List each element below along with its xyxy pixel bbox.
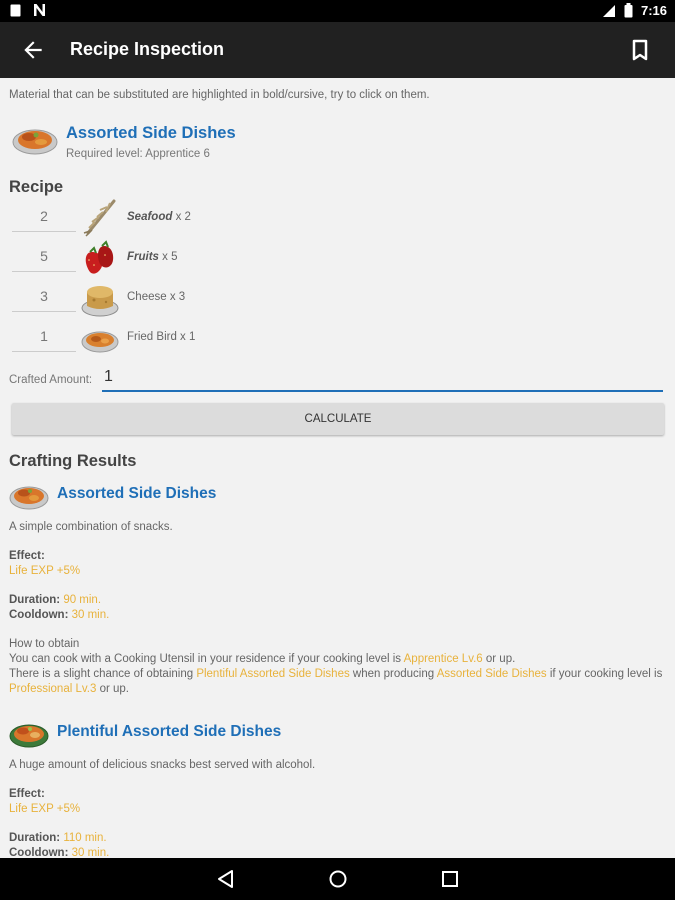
signal-icon [602, 4, 615, 17]
crafted-amount-input[interactable]: 1 [102, 366, 663, 392]
recipe-header: Assorted Side Dishes Required level: App… [12, 122, 236, 161]
ingredient-label: Cheese x 3 [127, 291, 186, 303]
quantity-field[interactable]: 1 [12, 322, 76, 352]
fried-bird-icon [81, 331, 119, 353]
how-to-obtain: How to obtain You can cook with a Cookin… [9, 637, 669, 697]
ingredient-row: 5 Fruits x 5 [12, 240, 412, 276]
result-name[interactable]: Assorted Side Dishes [57, 485, 216, 503]
assorted-side-dishes-icon [9, 486, 49, 510]
how-to-obtain-line: There is a slight chance of obtaining Pl… [9, 668, 663, 695]
result-description: A simple combination of snacks. [9, 521, 173, 533]
page-title: Recipe Inspection [70, 39, 225, 59]
assorted-side-dishes-icon [12, 129, 58, 155]
result-description: A huge amount of delicious snacks best s… [9, 759, 316, 771]
plentiful-assorted-side-dishes-icon [9, 724, 49, 748]
status-bar: 7:16 [0, 0, 675, 22]
crafted-amount-label: Crafted Amount: [9, 374, 93, 386]
item-link[interactable]: Assorted Side Dishes [437, 668, 547, 680]
n-notification-icon [34, 4, 45, 16]
required-level: Required level: Apprentice 6 [66, 148, 210, 160]
ingredient-row: 3 Cheese x 3 [12, 280, 412, 317]
clipboard-icon [10, 4, 21, 17]
substitution-hint: Material that can be substituted are hig… [9, 89, 430, 101]
recipe-item-name[interactable]: Assorted Side Dishes [66, 124, 236, 143]
effect-label: Effect: [9, 550, 45, 562]
level-link[interactable]: Professional Lv.3 [9, 683, 96, 695]
bookmark-icon[interactable] [629, 38, 651, 62]
result-item: Assorted Side Dishes A simple combinatio… [9, 485, 669, 705]
app-bar: Recipe Inspection [0, 22, 675, 78]
ingredient-label[interactable]: Seafood x 2 [127, 211, 191, 223]
ingredient-label[interactable]: Fruits x 5 [127, 251, 178, 263]
back-arrow-icon[interactable] [20, 37, 46, 63]
calculate-button[interactable]: CALCULATE [12, 403, 664, 435]
fruits-icon [85, 240, 114, 274]
back-triangle-icon[interactable] [215, 869, 237, 889]
effect-label: Effect: [9, 788, 45, 800]
recipe-section-title: Recipe [9, 178, 64, 196]
result-name[interactable]: Plentiful Assorted Side Dishes [57, 723, 281, 741]
quantity-field[interactable]: 5 [12, 242, 76, 272]
effect-value: Life EXP +5% [9, 803, 81, 815]
how-to-obtain-line: You can cook with a Cooking Utensil in y… [9, 653, 516, 665]
crafting-results-title: Crafting Results [9, 452, 137, 470]
ingredient-row: 2 Seafood x 2 [12, 199, 412, 237]
home-circle-icon[interactable] [327, 869, 349, 889]
recents-square-icon[interactable] [439, 869, 461, 889]
ingredient-row: 1 Fried Bird x 1 [12, 320, 412, 356]
cooldown: Cooldown: 30 min. [9, 847, 110, 858]
item-link[interactable]: Plentiful Assorted Side Dishes [196, 668, 349, 680]
battery-icon [624, 3, 633, 18]
cheese-icon [81, 286, 119, 317]
how-to-obtain-title: How to obtain [9, 638, 80, 650]
result-item: Plentiful Assorted Side Dishes A huge am… [9, 723, 669, 858]
quantity-field[interactable]: 2 [12, 202, 76, 232]
quantity-field[interactable]: 3 [12, 282, 76, 312]
seafood-icon [83, 199, 116, 237]
cooldown: Cooldown: 30 min. [9, 609, 110, 621]
level-link[interactable]: Apprentice Lv.6 [404, 653, 483, 665]
effect-value: Life EXP +5% [9, 565, 81, 577]
clock: 7:16 [640, 3, 667, 18]
content: Material that can be substituted are hig… [0, 78, 675, 858]
navigation-bar [0, 858, 675, 900]
crafted-amount: Crafted Amount: 1 [9, 366, 664, 392]
ingredient-label: Fried Bird x 1 [127, 331, 196, 343]
duration: Duration: 110 min. [9, 832, 107, 844]
duration: Duration: 90 min. [9, 594, 102, 606]
